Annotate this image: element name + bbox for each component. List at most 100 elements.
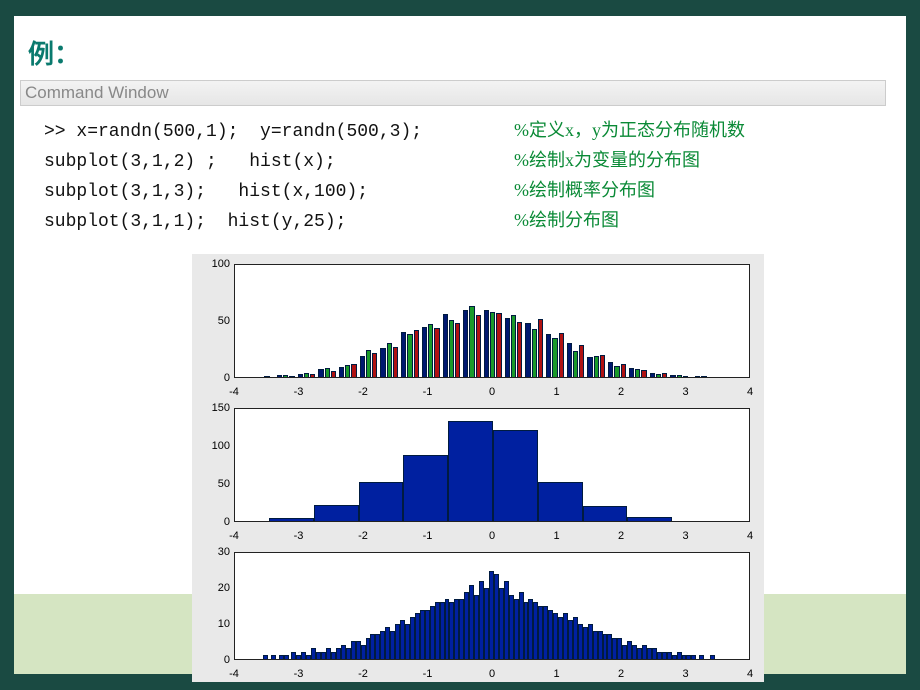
bar	[579, 345, 584, 377]
bar	[662, 373, 667, 377]
bar	[448, 421, 493, 521]
bar	[298, 374, 303, 377]
slide-title: 例：	[28, 34, 80, 71]
bar	[546, 334, 551, 377]
x-tick-label: 4	[747, 386, 753, 398]
bar	[621, 364, 626, 377]
bar	[600, 355, 605, 377]
bar	[559, 333, 564, 377]
cmd-line: >> x=randn(500,1); y=randn(500,3); %定义x，…	[44, 116, 882, 142]
y-tick-label: 0	[202, 372, 230, 384]
x-tick-label: 4	[747, 668, 753, 680]
x-tick-label: 0	[489, 530, 495, 542]
subplot-2: 050100150-4-3-2-101234	[202, 404, 754, 542]
x-tick-label: 1	[553, 530, 559, 542]
bar	[656, 374, 661, 377]
bar	[525, 323, 530, 377]
bar	[532, 329, 537, 377]
bar	[641, 370, 646, 377]
bar	[677, 375, 682, 377]
bar	[517, 322, 522, 377]
bar	[318, 369, 323, 377]
cmd-line: subplot(3,1,1); hist(y,25); %绘制分布图	[44, 206, 882, 232]
cmd-comment: %绘制x为变量的分布图	[514, 146, 700, 172]
bar	[331, 371, 336, 377]
bar	[271, 655, 276, 659]
y-tick-label: 20	[202, 582, 230, 594]
bar	[403, 455, 448, 521]
x-tick-label: -4	[229, 668, 239, 680]
y-tick-label: 100	[202, 258, 230, 270]
bar	[434, 328, 439, 377]
x-tick-label: -1	[423, 530, 433, 542]
bar	[635, 369, 640, 377]
y-tick-label: 10	[202, 618, 230, 630]
bar	[387, 343, 392, 377]
bar	[490, 312, 495, 377]
bar	[505, 318, 510, 377]
bar	[695, 376, 700, 377]
bar	[289, 376, 294, 377]
bar	[650, 373, 655, 377]
bar	[372, 353, 377, 377]
cmd-code: subplot(3,1,1); hist(y,25);	[44, 212, 484, 232]
bar	[583, 506, 628, 521]
bar	[345, 365, 350, 377]
y-tick-label: 150	[202, 402, 230, 414]
bar	[469, 306, 474, 377]
bar	[476, 315, 481, 377]
y-tick-label: 50	[202, 315, 230, 327]
bar	[422, 327, 427, 377]
y-tick-label: 30	[202, 546, 230, 558]
bar	[277, 375, 282, 377]
bar	[629, 368, 634, 377]
bar	[414, 330, 419, 377]
bar	[428, 324, 433, 377]
bar	[552, 338, 557, 377]
bar	[683, 376, 688, 377]
bar	[359, 482, 404, 521]
bar	[587, 357, 592, 377]
bar	[511, 315, 516, 377]
bar	[573, 351, 578, 377]
bar	[493, 430, 538, 521]
bar	[710, 655, 715, 659]
y-tick-label: 0	[202, 516, 230, 528]
x-tick-label: 0	[489, 386, 495, 398]
x-tick-label: 2	[618, 386, 624, 398]
bar	[283, 375, 288, 377]
x-tick-label: -1	[423, 386, 433, 398]
x-tick-label: -3	[294, 530, 304, 542]
cmd-comment: %绘制分布图	[514, 206, 619, 232]
x-tick-label: 2	[618, 530, 624, 542]
bar	[284, 655, 289, 659]
bar	[608, 362, 613, 377]
bar	[407, 334, 412, 377]
y-tick-label: 50	[202, 478, 230, 490]
figure-area: 050100-4-3-2-101234 050100150-4-3-2-1012…	[192, 254, 764, 682]
x-tick-label: -3	[294, 668, 304, 680]
cmd-comment: %绘制概率分布图	[514, 176, 655, 202]
bar	[449, 320, 454, 377]
bar	[360, 356, 365, 377]
x-tick-label: 3	[682, 668, 688, 680]
bar	[594, 356, 599, 377]
x-tick-label: 1	[553, 668, 559, 680]
x-tick-label: -1	[423, 668, 433, 680]
bar	[393, 347, 398, 377]
bar	[264, 376, 269, 377]
x-tick-label: -4	[229, 386, 239, 398]
bar	[627, 517, 672, 521]
subplot-3: 0102030-4-3-2-101234	[202, 548, 754, 680]
bar	[304, 373, 309, 377]
x-tick-label: 4	[747, 530, 753, 542]
bar	[463, 310, 468, 377]
x-tick-label: 3	[682, 530, 688, 542]
x-tick-label: -4	[229, 530, 239, 542]
bar	[380, 348, 385, 377]
bar	[339, 367, 344, 377]
bar	[443, 314, 448, 377]
bar	[699, 655, 704, 659]
cmd-line: subplot(3,1,3); hist(x,100); %绘制概率分布图	[44, 176, 882, 202]
bar	[484, 310, 489, 377]
